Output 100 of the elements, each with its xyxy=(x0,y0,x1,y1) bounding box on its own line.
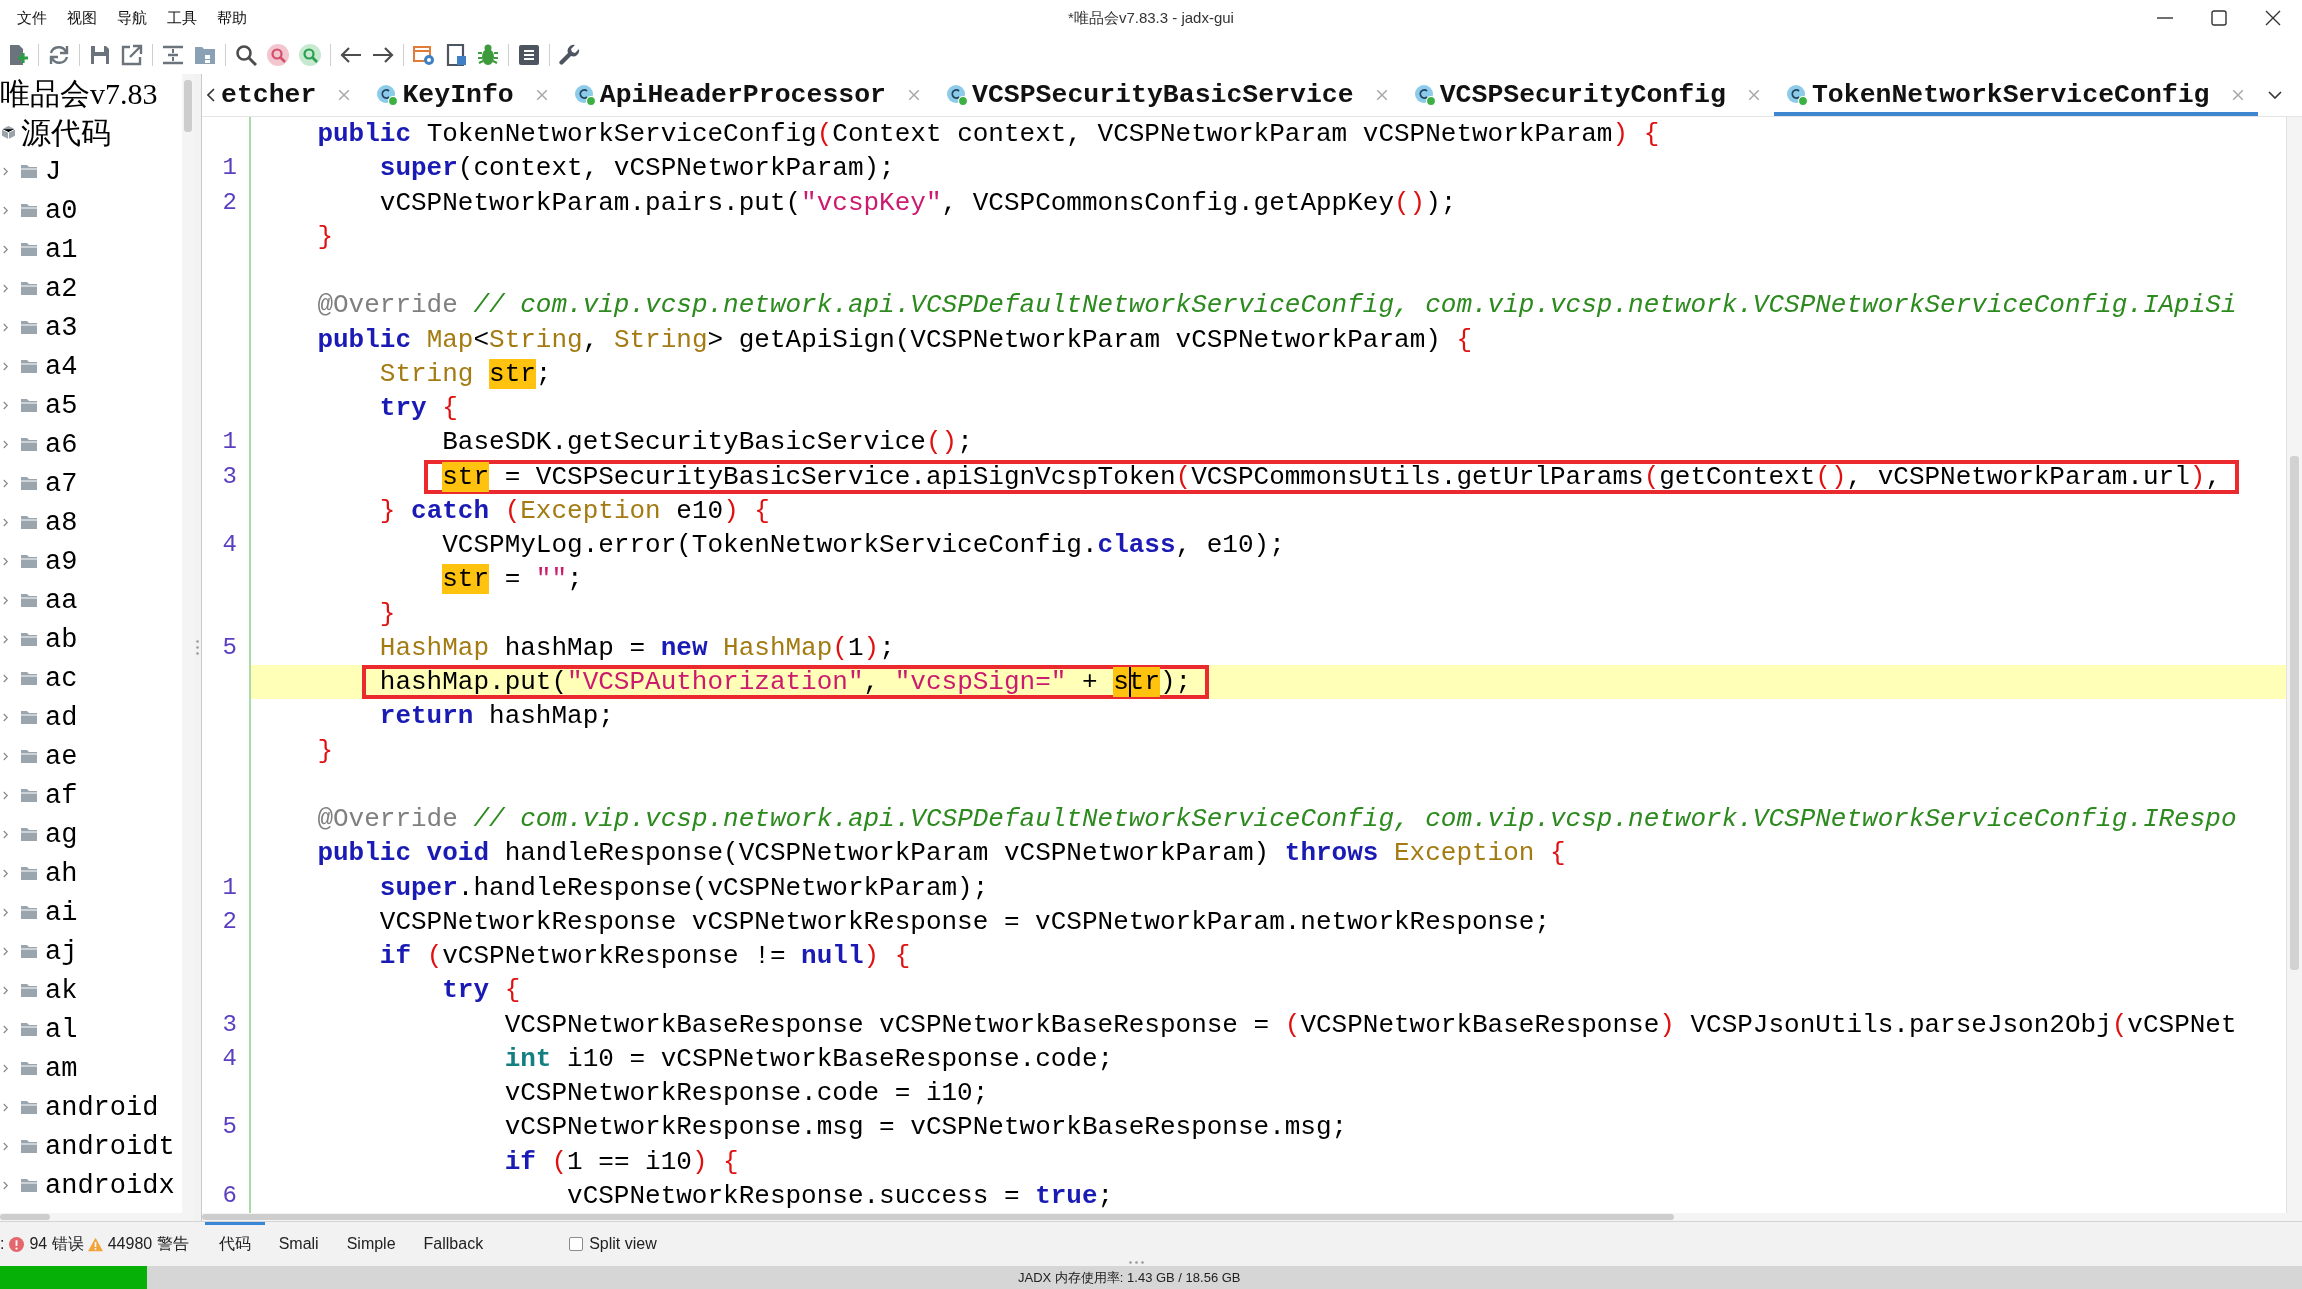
bug-icon[interactable] xyxy=(477,44,499,66)
view-tab[interactable]: Smali xyxy=(264,1222,333,1266)
chevron-right-icon[interactable] xyxy=(2,206,9,215)
chevron-right-icon[interactable] xyxy=(2,1025,9,1034)
tree-node[interactable]: ad xyxy=(45,700,78,735)
scrollbar-thumb[interactable] xyxy=(202,1214,1674,1220)
chevron-right-icon[interactable] xyxy=(2,635,9,644)
menu-item[interactable]: 导航 xyxy=(117,8,147,28)
code-line: } xyxy=(317,734,333,768)
tree-node[interactable]: ac xyxy=(45,661,78,696)
list-icon[interactable] xyxy=(518,44,540,66)
editor-tab[interactable]: VCSPSecurityConfig xyxy=(1401,74,1774,116)
chevron-right-icon[interactable] xyxy=(2,674,9,683)
error-count[interactable]: 94 错误 xyxy=(29,1233,84,1255)
refresh-icon[interactable] xyxy=(48,44,70,66)
tree-node[interactable]: a7 xyxy=(45,466,78,501)
grip-icon[interactable] xyxy=(1129,1261,1144,1264)
chevron-right-icon[interactable] xyxy=(2,1103,9,1112)
tree-node[interactable]: 唯品会v7.83 xyxy=(0,75,158,112)
tree-node[interactable]: aj xyxy=(45,934,78,969)
menu-item[interactable]: 帮助 xyxy=(217,8,247,28)
tree-node[interactable]: androidx xyxy=(45,1168,175,1203)
scrollbar-thumb[interactable] xyxy=(0,1214,50,1220)
file-plus-icon[interactable] xyxy=(7,44,29,66)
chevron-right-icon[interactable] xyxy=(2,557,9,566)
search-icon[interactable] xyxy=(235,44,257,66)
lines-icon[interactable] xyxy=(162,44,184,66)
tree-node[interactable]: ag xyxy=(45,817,78,852)
chevron-right-icon[interactable] xyxy=(2,245,9,254)
scrollbar-thumb[interactable] xyxy=(2290,456,2299,970)
tree-node[interactable]: android xyxy=(45,1090,159,1125)
maximize-icon[interactable] xyxy=(2211,10,2227,26)
chevron-right-icon[interactable] xyxy=(2,1142,9,1151)
search-usage-icon[interactable] xyxy=(299,44,321,66)
view-tab[interactable]: Fallback xyxy=(409,1222,498,1266)
window-gear-icon[interactable] xyxy=(413,44,435,66)
tree-node[interactable]: androidt xyxy=(45,1129,175,1164)
tree-node[interactable]: a8 xyxy=(45,505,78,540)
editor-tab[interactable]: ApiHeaderProcessor xyxy=(561,74,934,116)
checkbox-label[interactable]: Split view xyxy=(589,1235,657,1253)
chevron-right-icon[interactable] xyxy=(2,596,9,605)
menu-item[interactable]: 文件 xyxy=(17,8,47,28)
chevron-right-icon[interactable] xyxy=(2,1181,9,1190)
close-icon[interactable] xyxy=(2265,10,2281,26)
document-icon[interactable] xyxy=(445,44,467,66)
tree-node[interactable]: a2 xyxy=(45,271,78,306)
editor-tab[interactable]: VCSPSecurityBasicService xyxy=(934,74,1402,116)
chevron-right-icon[interactable] xyxy=(2,986,9,995)
chevron-left-icon[interactable] xyxy=(207,88,215,102)
tree-node[interactable]: ab xyxy=(45,622,78,657)
tree-node[interactable]: ah xyxy=(45,856,78,891)
chevron-right-icon[interactable] xyxy=(2,440,9,449)
editor-tab[interactable]: KeyInfo xyxy=(364,74,562,116)
chevron-right-icon[interactable] xyxy=(2,752,9,761)
chevron-right-icon[interactable] xyxy=(2,791,9,800)
wrench-icon[interactable] xyxy=(559,44,581,66)
tree-node[interactable]: al xyxy=(45,1012,78,1047)
tree-node[interactable]: ai xyxy=(45,895,78,930)
chevron-right-icon[interactable] xyxy=(2,947,9,956)
export-icon[interactable] xyxy=(121,44,143,66)
menu-item[interactable]: 视图 xyxy=(67,8,97,28)
search-circle-icon[interactable] xyxy=(267,44,289,66)
chevron-right-icon[interactable] xyxy=(2,401,9,410)
tree-node[interactable]: a3 xyxy=(45,310,78,345)
menu-item[interactable]: 工具 xyxy=(167,8,197,28)
tree-node[interactable]: af xyxy=(45,778,78,813)
tree-node[interactable]: ak xyxy=(45,973,78,1008)
chevron-right-icon[interactable] xyxy=(2,167,9,176)
chevron-right-icon[interactable] xyxy=(2,284,9,293)
grip-icon[interactable] xyxy=(196,640,199,655)
chevron-down-icon[interactable] xyxy=(2267,91,2282,99)
tree-node[interactable]: a9 xyxy=(45,544,78,579)
tree-node[interactable]: a4 xyxy=(45,349,78,384)
chevron-right-icon[interactable] xyxy=(2,908,9,917)
chevron-right-icon[interactable] xyxy=(2,713,9,722)
folder-icon[interactable] xyxy=(194,44,216,66)
editor-tab[interactable]: etcher xyxy=(219,74,365,116)
warning-count[interactable]: 44980 警告 xyxy=(107,1233,189,1255)
tree-node[interactable]: am xyxy=(45,1051,78,1086)
tree-node[interactable]: a1 xyxy=(45,232,78,267)
chevron-right-icon[interactable] xyxy=(2,323,9,332)
tree-node[interactable]: a5 xyxy=(45,388,78,423)
tree-node[interactable]: 源代码 xyxy=(21,114,111,151)
editor-tab[interactable]: TokenNetworkServiceConfig xyxy=(1773,74,2258,116)
tree-node[interactable]: a6 xyxy=(45,427,78,462)
view-tab[interactable]: Simple xyxy=(332,1222,410,1266)
chevron-right-icon[interactable] xyxy=(2,479,9,488)
tree-node[interactable]: J xyxy=(45,154,62,189)
tree-node[interactable]: aa xyxy=(45,583,78,618)
code-line: VCSPNetworkBaseResponse vCSPNetworkBaseResponse = (VCSPNetworkBaseResponse) VCSPJsonUtils.parseJson2Obj(vCSPNet xyxy=(504,1008,2237,1042)
chevron-right-icon[interactable] xyxy=(2,830,9,839)
tree-node[interactable]: ae xyxy=(45,739,78,774)
tree-node[interactable]: a0 xyxy=(45,193,78,228)
chevron-right-icon[interactable] xyxy=(2,869,9,878)
save-icon[interactable] xyxy=(89,44,111,66)
chevron-right-icon[interactable] xyxy=(2,1064,9,1073)
checkbox[interactable] xyxy=(569,1237,584,1251)
chevron-right-icon[interactable] xyxy=(2,362,9,371)
scrollbar-thumb[interactable] xyxy=(184,80,192,132)
chevron-right-icon[interactable] xyxy=(2,518,9,527)
